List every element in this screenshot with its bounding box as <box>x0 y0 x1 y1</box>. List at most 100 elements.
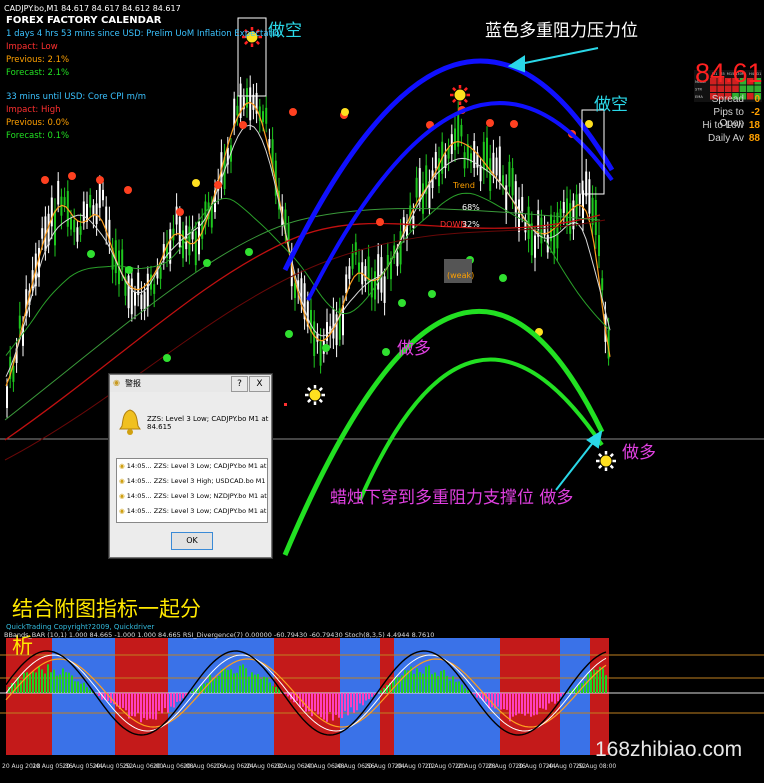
alert-message: ZZS: Level 3 Low; CADJPY.bo M1 at 84.615 <box>147 415 269 431</box>
candle-body <box>262 111 264 123</box>
histogram-bar <box>212 679 214 693</box>
list-item[interactable]: ◉ 14:05... ZZS: Level 3 Low; CADJPY.bo M… <box>119 507 267 515</box>
buy-signal-dot <box>285 330 293 338</box>
histogram-bar <box>362 693 364 706</box>
histogram-bar <box>245 668 247 693</box>
histogram-bar <box>353 693 355 713</box>
support-label: 蜡烛下穿到多重阻力支撑位 做多 <box>330 488 574 508</box>
candle-body <box>41 228 44 239</box>
histogram-bar <box>143 693 145 719</box>
sell-signal-dot <box>124 186 132 194</box>
buy-signal-dot <box>428 290 436 298</box>
histogram-bar <box>251 672 253 693</box>
buy-signal-dot <box>382 348 390 356</box>
histogram-bar <box>272 686 274 693</box>
candle-body <box>76 227 79 242</box>
histogram-bar <box>23 672 25 693</box>
histogram-bar <box>404 670 406 693</box>
histogram-bar <box>215 678 217 693</box>
histogram-bar <box>365 693 367 701</box>
histogram-bar <box>302 693 304 707</box>
histogram-bar <box>521 693 523 714</box>
histogram-bar <box>437 675 439 693</box>
sell-signal-dot <box>214 181 222 189</box>
histogram-bar <box>419 672 421 693</box>
histogram-bar <box>533 693 535 716</box>
candle-body <box>601 278 604 291</box>
news-title: 1 days 4 hrs 53 mins since USD: Prelim U… <box>6 29 280 39</box>
hi-to-low-value: 18 <box>748 120 760 131</box>
candle-body <box>57 180 60 205</box>
histogram-bar <box>161 693 163 714</box>
news-previous: Previous: 0.0% <box>6 118 70 128</box>
candle-body <box>143 291 146 311</box>
histogram-bar <box>152 693 154 720</box>
histogram-bar <box>473 693 475 695</box>
histogram-bar <box>164 693 166 709</box>
alert-list[interactable]: ◉ 14:05... ZZS: Level 3 Low; CADJPY.bo M… <box>116 458 268 523</box>
subchart-copyright: QuickTrading Copyright?2009, Quickdriver <box>6 623 155 631</box>
candle-body <box>351 251 354 269</box>
candle-body <box>146 273 149 307</box>
histogram-bar <box>602 668 604 693</box>
histogram-bar <box>71 675 73 693</box>
bell-icon: ◉ <box>113 378 120 387</box>
close-button[interactable]: X <box>249 376 270 392</box>
alert-time: 14:05... <box>126 507 152 515</box>
histogram-bar <box>527 693 529 714</box>
histogram-bar <box>89 689 91 693</box>
candle-body <box>313 321 316 356</box>
list-item[interactable]: ◉ 14:05... ZZS: Level 3 High; USDCAD.bo … <box>119 477 267 485</box>
buy-signal-dot <box>398 299 406 307</box>
candle-body <box>194 231 197 266</box>
histogram-bar <box>68 672 70 693</box>
histogram-bar <box>230 669 232 693</box>
histogram-bar <box>131 693 133 716</box>
histogram-bar <box>344 693 346 711</box>
candle-body <box>508 161 511 187</box>
histogram-bar <box>497 693 499 707</box>
sell-signal-dot <box>176 208 184 216</box>
candle-body <box>50 197 53 227</box>
buy-signal-dot <box>163 354 171 362</box>
histogram-bar <box>65 672 67 693</box>
candle-body <box>319 341 322 366</box>
sell-signal-dot <box>376 218 384 226</box>
list-item[interactable]: ◉ 14:05... ZZS: Level 3 Low; CADJPY.bo M… <box>119 462 267 470</box>
sell-signal-dot <box>68 172 76 180</box>
news-forecast: Forecast: 0.1% <box>6 131 70 141</box>
histogram-bar <box>431 674 433 693</box>
candle-body <box>495 157 498 176</box>
histogram-bar <box>329 693 331 712</box>
candle-body <box>188 226 191 256</box>
candle-body <box>594 199 597 235</box>
trend-label: Trend <box>453 181 475 190</box>
news-impact: Impact: Low <box>6 42 58 52</box>
histogram-bar <box>332 693 334 721</box>
histogram-bar <box>314 693 316 712</box>
long-label-right: 做多 <box>622 443 656 463</box>
histogram-bar <box>545 693 547 710</box>
histogram-bar <box>593 669 595 693</box>
histogram-bar <box>416 668 418 693</box>
histogram-bar <box>140 693 142 723</box>
candle-body <box>540 217 543 244</box>
candle-body <box>63 197 66 206</box>
candle-body <box>354 242 357 255</box>
list-item[interactable]: ◉ 14:05... ZZS: Level 3 Low; NZDJPY.bo M… <box>119 492 267 500</box>
candle-body <box>134 292 136 306</box>
candle-body <box>454 128 456 151</box>
histogram-bar <box>239 665 241 693</box>
histogram-bar <box>29 674 31 693</box>
histogram-bar <box>32 671 34 693</box>
calendar-title: FOREX FACTORY CALENDAR <box>6 15 162 26</box>
ok-button[interactable]: OK <box>171 532 213 550</box>
histogram-bar <box>371 693 373 697</box>
candle-body <box>348 266 351 279</box>
candle-body <box>377 254 380 290</box>
candle-body <box>130 278 133 315</box>
histogram-bar <box>557 693 559 702</box>
histogram-bar <box>53 669 55 693</box>
help-button[interactable]: ? <box>231 376 248 392</box>
alert-time: 14:05... <box>126 477 152 485</box>
